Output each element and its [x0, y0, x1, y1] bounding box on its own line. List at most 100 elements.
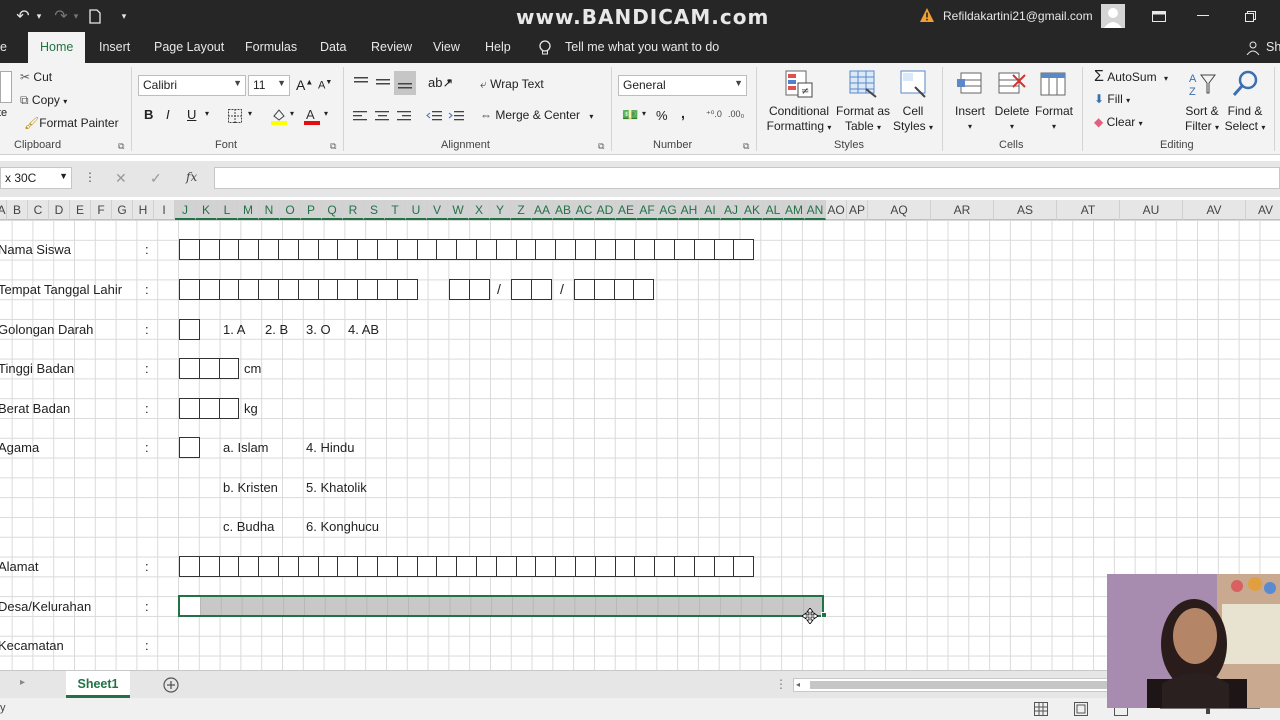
restore-icon[interactable] [1241, 6, 1259, 26]
input-box[interactable] [258, 239, 279, 260]
input-box[interactable] [475, 556, 497, 577]
paste-button-label[interactable]: te [0, 107, 7, 119]
column-header-ah[interactable]: AH [679, 200, 700, 220]
sort-filter-icon[interactable]: AZ [1187, 69, 1217, 99]
percent-button[interactable]: % [656, 108, 668, 123]
column-header-at[interactable]: AT [1057, 200, 1120, 220]
alamat-boxes[interactable] [179, 556, 755, 577]
input-box[interactable] [198, 556, 220, 577]
column-header-p[interactable]: P [301, 200, 322, 220]
format-cells-icon[interactable] [1039, 69, 1069, 99]
fill-handle[interactable] [821, 612, 827, 618]
input-box[interactable] [238, 239, 260, 260]
column-header-a[interactable]: A [0, 200, 7, 220]
undo-icon[interactable]: ↶ [14, 6, 32, 26]
input-box[interactable] [198, 398, 220, 419]
format-painter-button[interactable]: 🖌Format Painter [24, 116, 119, 130]
merge-center-button[interactable]: ⇔ Merge & Center ▾ [480, 108, 593, 122]
conditional-formatting-button[interactable]: Conditional Formatting ▾ [765, 104, 833, 135]
chevron-down-icon[interactable]: ▾ [248, 109, 252, 118]
input-box[interactable] [179, 319, 200, 340]
dialog-launcher-icon[interactable]: ⧉ [118, 141, 124, 152]
column-header-aq[interactable]: AQ [868, 200, 931, 220]
shrink-font-button[interactable]: A▼ [318, 79, 332, 92]
customize-toolbar-icon[interactable]: ▾ [118, 6, 130, 26]
input-box[interactable] [515, 239, 537, 260]
enter-icon[interactable]: ✓ [150, 170, 162, 187]
input-box[interactable] [297, 239, 319, 260]
input-box[interactable] [396, 239, 418, 260]
input-box[interactable] [337, 556, 359, 577]
input-box[interactable] [218, 556, 240, 577]
input-box[interactable] [535, 556, 557, 577]
column-header-u[interactable]: U [406, 200, 427, 220]
input-box[interactable] [574, 239, 596, 260]
input-box[interactable] [317, 279, 339, 300]
cell-styles-button[interactable]: Cell Styles ▾ [890, 104, 936, 135]
tab-insert[interactable]: Insert [87, 32, 142, 63]
input-box[interactable] [396, 279, 418, 300]
scrollbar-thumb[interactable] [810, 681, 1110, 689]
font-color-icon[interactable]: A [303, 107, 321, 125]
delete-cells-icon[interactable] [997, 69, 1027, 99]
input-box[interactable] [449, 279, 470, 300]
copy-button[interactable]: ⧉ Copy ▾ [20, 93, 67, 108]
input-box[interactable] [258, 279, 279, 300]
input-box[interactable] [555, 556, 576, 577]
insert-cells-button[interactable]: Insert ▾ [950, 104, 990, 134]
input-box[interactable] [634, 239, 656, 260]
input-box[interactable] [416, 239, 438, 260]
selected-range[interactable] [178, 595, 824, 617]
sheet-tab-sheet1[interactable]: Sheet1 [66, 671, 130, 698]
share-button[interactable]: Sh [1254, 32, 1280, 63]
input-box[interactable] [179, 239, 200, 260]
input-box[interactable] [416, 556, 438, 577]
input-box[interactable] [198, 279, 220, 300]
increase-decimal-icon[interactable]: ⁺⁰.0 [706, 109, 722, 120]
golongan-darah-box[interactable] [179, 319, 200, 340]
chevron-down-icon[interactable]: ▾ [290, 109, 294, 118]
input-box[interactable] [297, 556, 319, 577]
sort-filter-button[interactable]: Sort & Filter ▾ [1180, 104, 1224, 135]
fill-color-icon[interactable] [270, 107, 288, 125]
align-left-icon[interactable] [352, 109, 368, 123]
chevron-down-icon[interactable]: ▾ [447, 77, 451, 86]
input-box[interactable] [198, 239, 220, 260]
input-box[interactable] [614, 556, 636, 577]
input-box[interactable] [179, 437, 200, 458]
conditional-formatting-icon[interactable]: ≠ [784, 69, 814, 99]
chevron-down-icon[interactable]: ▾ [642, 109, 646, 118]
tanggal-day-boxes[interactable] [449, 279, 490, 300]
column-header-l[interactable]: L [217, 200, 238, 220]
column-header-q[interactable]: Q [322, 200, 343, 220]
input-box[interactable] [515, 556, 537, 577]
format-as-table-button[interactable]: Format as Table ▾ [834, 104, 892, 135]
input-box[interactable] [179, 556, 200, 577]
column-header-n[interactable]: N [259, 200, 280, 220]
input-box[interactable] [297, 279, 319, 300]
input-box[interactable] [357, 556, 378, 577]
input-box[interactable] [258, 556, 279, 577]
cell-styles-icon[interactable] [899, 69, 929, 99]
input-box[interactable] [594, 239, 616, 260]
tanggal-year-boxes[interactable] [574, 279, 655, 300]
input-box[interactable] [376, 239, 398, 260]
more-options-icon[interactable]: ⋮ [775, 677, 787, 691]
tinggi-badan-boxes[interactable] [179, 358, 240, 379]
input-box[interactable] [654, 556, 675, 577]
tab-view[interactable]: View [421, 32, 472, 63]
input-box[interactable] [218, 358, 240, 379]
input-box[interactable] [574, 556, 596, 577]
redo-icon[interactable]: ↷ [52, 6, 70, 26]
more-options-icon[interactable]: ⋮ [84, 170, 96, 184]
bold-button[interactable]: B [144, 107, 153, 122]
autosum-button[interactable]: Σ AutoSum ▾ [1094, 68, 1168, 86]
column-header-y[interactable]: Y [490, 200, 511, 220]
formula-input[interactable] [214, 167, 1280, 189]
input-box[interactable] [456, 239, 477, 260]
input-box[interactable] [468, 279, 490, 300]
tab-data[interactable]: Data [308, 32, 358, 63]
input-box[interactable] [713, 556, 735, 577]
input-box[interactable] [337, 239, 359, 260]
cancel-icon[interactable]: ✕ [115, 170, 127, 187]
